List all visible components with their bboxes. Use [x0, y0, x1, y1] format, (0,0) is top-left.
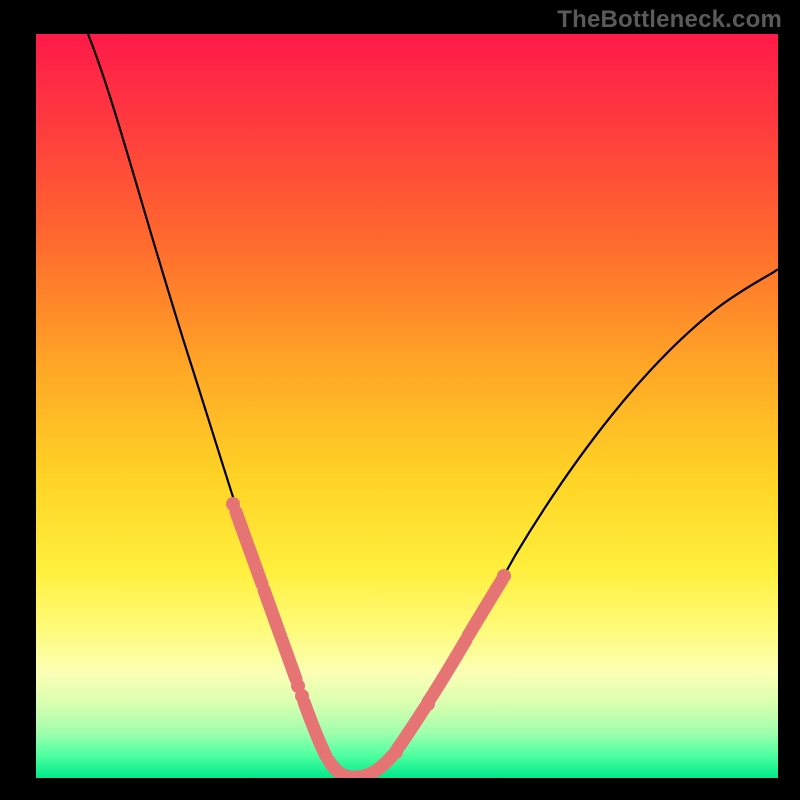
watermark-text: TheBottleneck.com — [557, 6, 782, 34]
highlight-dot — [421, 697, 435, 711]
highlight-left-upper — [236, 512, 262, 584]
highlight-dot — [226, 497, 240, 511]
highlight-dot — [497, 569, 511, 583]
highlight-left-mid — [264, 590, 296, 679]
bottleneck-curve — [88, 34, 778, 778]
highlight-dot — [389, 745, 403, 759]
highlight-right-mid — [428, 640, 466, 702]
plot-area — [36, 34, 778, 778]
highlight-valley-right — [356, 756, 392, 777]
chart-frame: TheBottleneck.com — [0, 0, 800, 800]
highlight-right-low — [398, 706, 426, 748]
highlight-right-upper — [468, 580, 502, 636]
highlight-valley-left — [329, 761, 352, 777]
highlight-left-low — [304, 702, 326, 756]
curve-svg — [36, 34, 778, 778]
highlight-dot — [295, 689, 309, 703]
